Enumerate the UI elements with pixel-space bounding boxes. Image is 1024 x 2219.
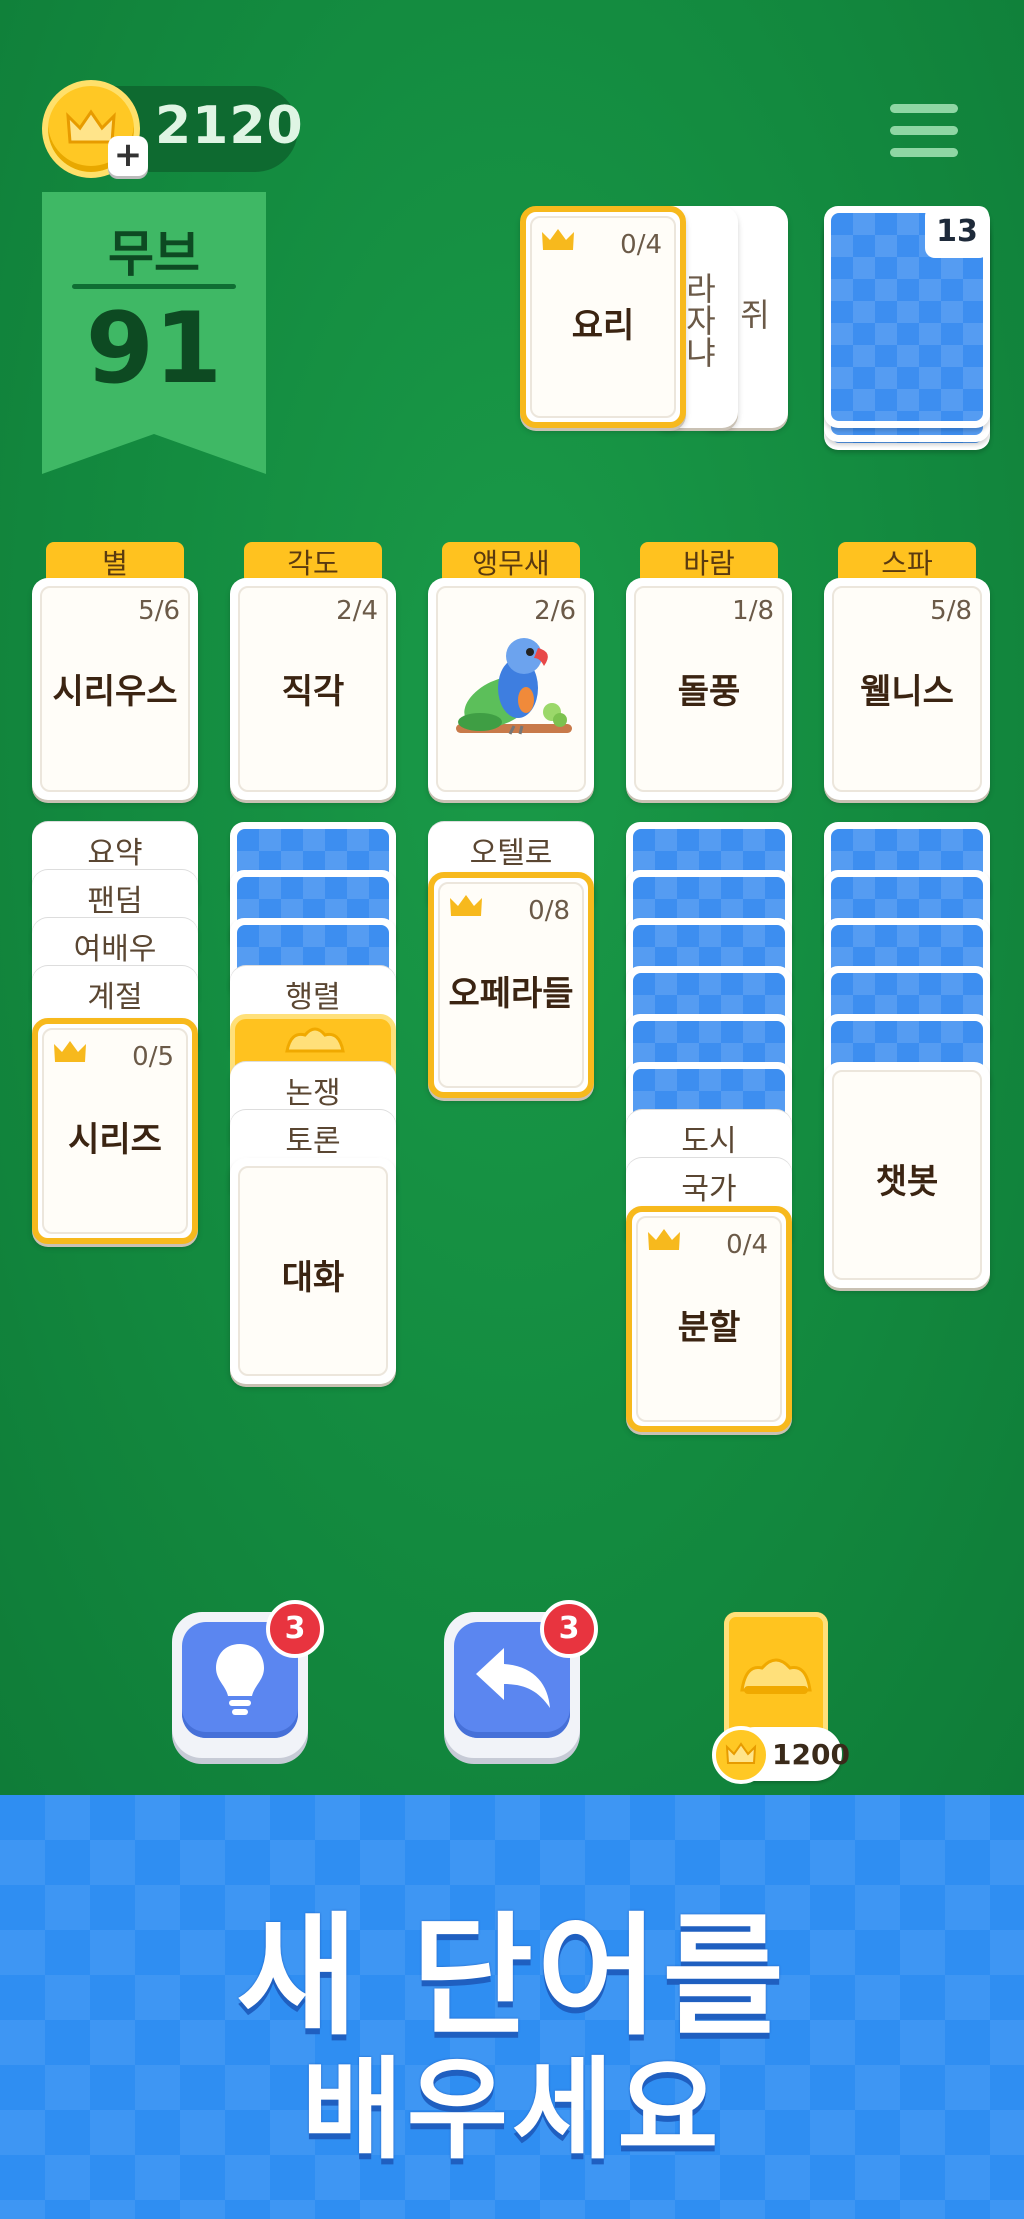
undo-count-badge: 3: [540, 1600, 598, 1658]
card-progress: 0/4: [620, 230, 662, 260]
card-progress: 2/4: [336, 596, 378, 626]
card-word: 돌풍: [677, 672, 741, 712]
card-word: 챗봇: [875, 1162, 939, 1202]
tableau-top-card-4[interactable]: 0/4 분할: [626, 1206, 792, 1432]
coin-balance: 2120: [155, 96, 304, 156]
card-word: 직각: [281, 672, 345, 712]
tableau-top-card-5[interactable]: 챗봇: [824, 1062, 990, 1288]
deck-remaining-count: 13: [925, 206, 989, 258]
card-word: 시리즈: [68, 1120, 162, 1160]
joker-hat-icon: [740, 1658, 812, 1694]
crown-icon: [648, 1229, 680, 1250]
card-word: 웰니스: [860, 672, 954, 712]
card-word: 대화: [281, 1258, 345, 1298]
card-word: 분할: [677, 1308, 741, 1348]
foundation-card-3[interactable]: 2/6: [428, 578, 594, 800]
card-word: 시리우스: [52, 672, 178, 712]
foundation-card-5[interactable]: 5/8 웰니스: [824, 578, 990, 800]
card-word: 요리: [571, 306, 635, 346]
coin-icon: [712, 1726, 770, 1784]
banner-divider: [72, 284, 236, 289]
crown-icon: [725, 1742, 757, 1764]
foundation-card-2[interactable]: 2/4 직각: [230, 578, 396, 800]
card-progress: 5/8: [930, 596, 972, 626]
card-progress: 2/6: [534, 596, 576, 626]
crown-icon: [54, 1041, 86, 1062]
moves-value: 91: [85, 292, 223, 406]
promo-subheadline: 배우세요: [301, 2046, 723, 2174]
undo-icon: [476, 1648, 550, 1708]
card-progress: 0/5: [132, 1042, 174, 1072]
card-progress: 0/4: [726, 1230, 768, 1260]
foundation-card-1[interactable]: 5/6 시리우스: [32, 578, 198, 800]
crown-icon: [542, 229, 574, 250]
parrot-illustration: [456, 638, 572, 735]
moves-banner: 무브 91: [42, 192, 266, 474]
tableau-top-card-2[interactable]: 대화: [230, 1158, 396, 1384]
tableau-top-card-3[interactable]: 0/8 오페라들: [428, 872, 594, 1098]
tableau-top-card-1[interactable]: 0/5 시리즈: [32, 1018, 198, 1244]
card-word: 오페라들: [448, 974, 574, 1014]
card-progress: 1/8: [732, 596, 774, 626]
card-progress: 0/8: [528, 896, 570, 926]
foundation-card-4[interactable]: 1/8 돌풍: [626, 578, 792, 800]
card-progress: 5/6: [138, 596, 180, 626]
joker-price: 1200: [772, 1738, 850, 1771]
hint-count-badge: 3: [266, 1600, 324, 1658]
active-waste-card[interactable]: 0/4 요리: [520, 206, 686, 428]
joker-hat-icon: [285, 1027, 345, 1053]
moves-label: 무브: [108, 225, 200, 283]
crown-icon: [450, 895, 482, 916]
add-coins-button[interactable]: +: [108, 136, 148, 176]
menu-icon[interactable]: [890, 104, 958, 157]
lightbulb-icon: [216, 1644, 264, 1715]
